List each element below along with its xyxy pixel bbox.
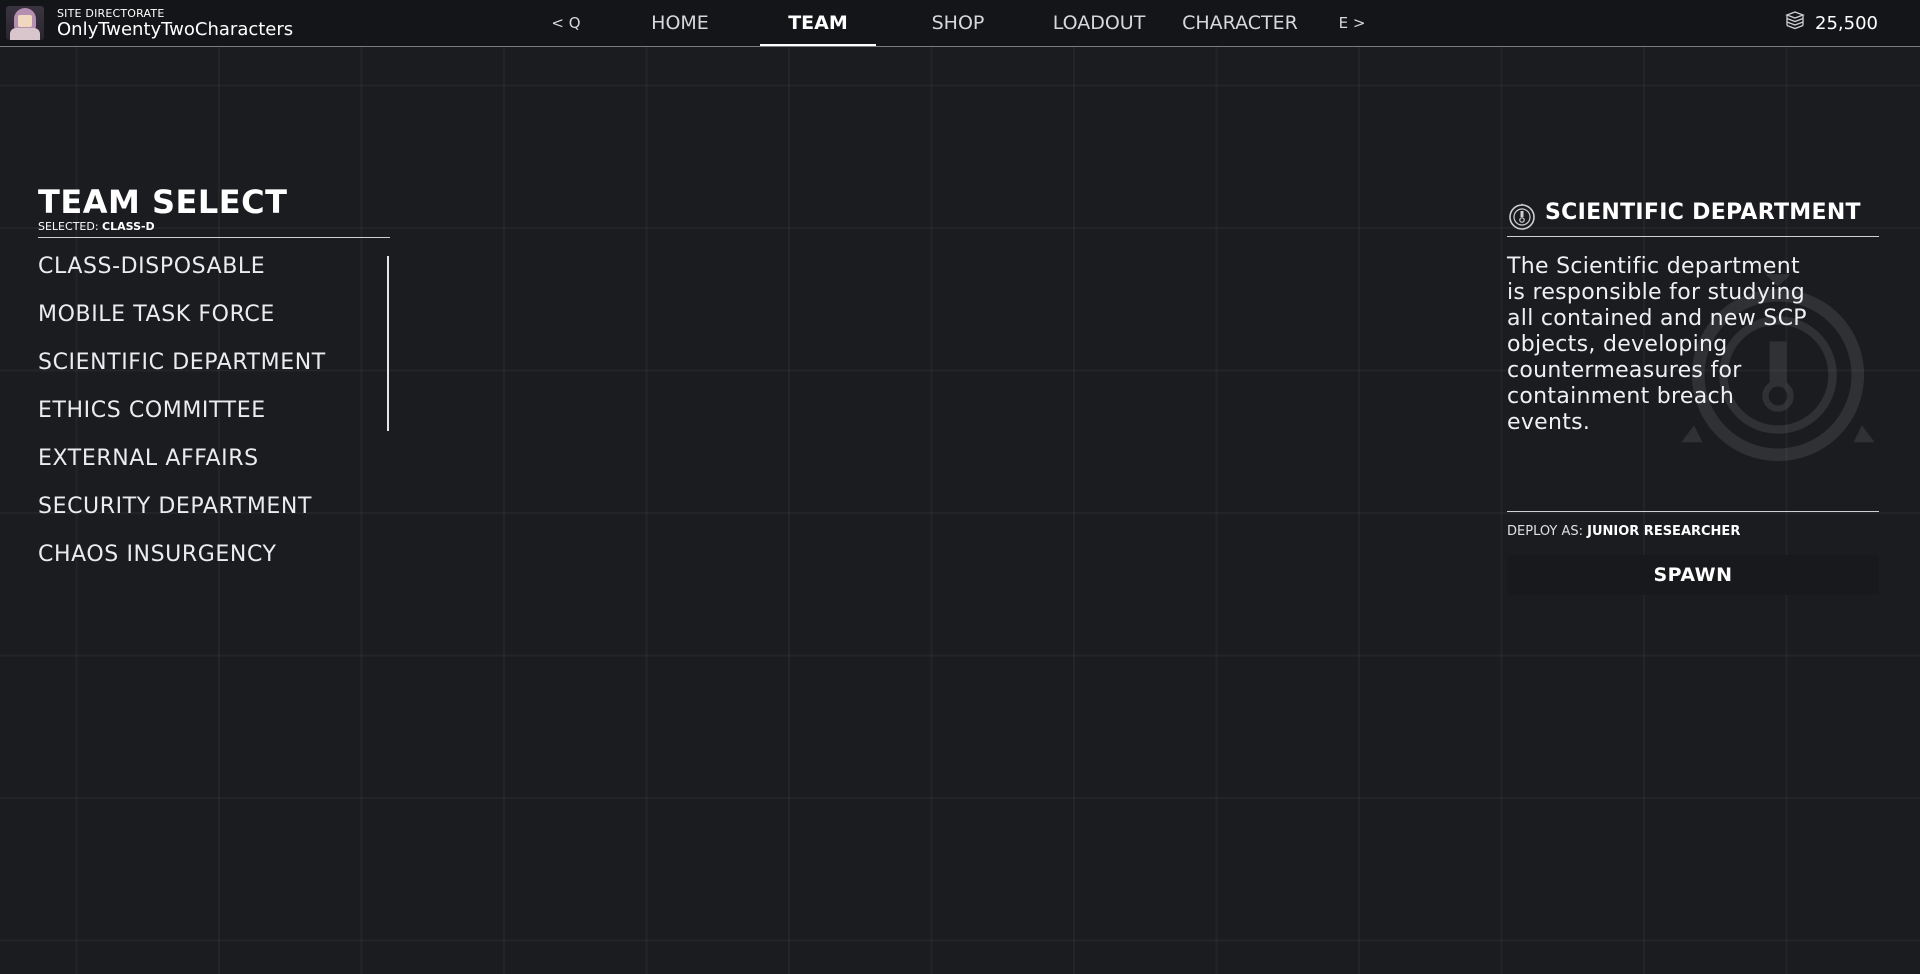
active-tab-underline [760,44,876,46]
selected-team-label: SELECTED: CLASS-D [38,220,155,233]
deploy-role: JUNIOR RESEARCHER [1587,524,1741,539]
username: OnlyTwentyTwoCharacters [57,19,294,40]
currency-amount: 25,500 [1815,12,1878,34]
detail-description: The Scientific department is responsible… [1507,254,1807,435]
scientific-department-emblem-icon [1509,203,1535,230]
team-select-title: TEAM SELECT [38,183,288,221]
detail-title: SCIENTIFIC DEPARTMENT [1545,200,1861,225]
detail-divider-bottom [1507,511,1879,512]
team-detail-panel: SCIENTIFIC DEPARTMENT The Scientific dep… [1507,196,1879,595]
tab-shop[interactable]: SHOP [910,0,1006,46]
avatar-body [10,28,40,40]
deploy-label: DEPLOY AS: JUNIOR RESEARCHER [1507,524,1740,539]
team-item-ethics-committee[interactable]: ETHICS COMMITTEE [38,394,378,442]
detail-divider-top [1507,236,1879,237]
selected-team-value: CLASS-D [102,220,155,233]
team-select-divider [38,237,390,238]
team-item-chaos-insurgency[interactable]: CHAOS INSURGENCY [38,538,378,586]
team-item-scientific-department[interactable]: SCIENTIFIC DEPARTMENT [38,346,378,394]
cash-stack-icon [1783,9,1807,38]
tab-home[interactable]: HOME [632,0,728,46]
prev-tab-hint[interactable]: < Q [548,0,584,46]
detail-header: SCIENTIFIC DEPARTMENT [1507,196,1879,236]
spawn-button[interactable]: SPAWN [1507,555,1879,595]
top-bar: SITE DIRECTORATE OnlyTwentyTwoCharacters… [0,0,1920,47]
team-item-security-department[interactable]: SECURITY DEPARTMENT [38,490,378,538]
tab-loadout[interactable]: LOADOUT [1043,0,1155,46]
team-item-external-affairs[interactable]: EXTERNAL AFFAIRS [38,442,378,490]
tab-team[interactable]: TEAM [770,0,866,46]
currency-display: 25,500 [1783,0,1878,46]
avatar-face [18,15,32,27]
team-item-mobile-task-force[interactable]: MOBILE TASK FORCE [38,298,378,346]
team-item-class-disposable[interactable]: CLASS-DISPOSABLE [38,250,378,298]
deploy-prefix: DEPLOY AS: [1507,524,1583,539]
team-list: CLASS-DISPOSABLE MOBILE TASK FORCE SCIEN… [38,250,378,586]
tab-character[interactable]: CHARACTER [1170,0,1310,46]
selected-prefix: SELECTED: [38,220,99,233]
team-list-scrollbar[interactable] [387,256,389,431]
avatar[interactable] [6,6,44,40]
next-tab-hint[interactable]: E > [1334,0,1370,46]
